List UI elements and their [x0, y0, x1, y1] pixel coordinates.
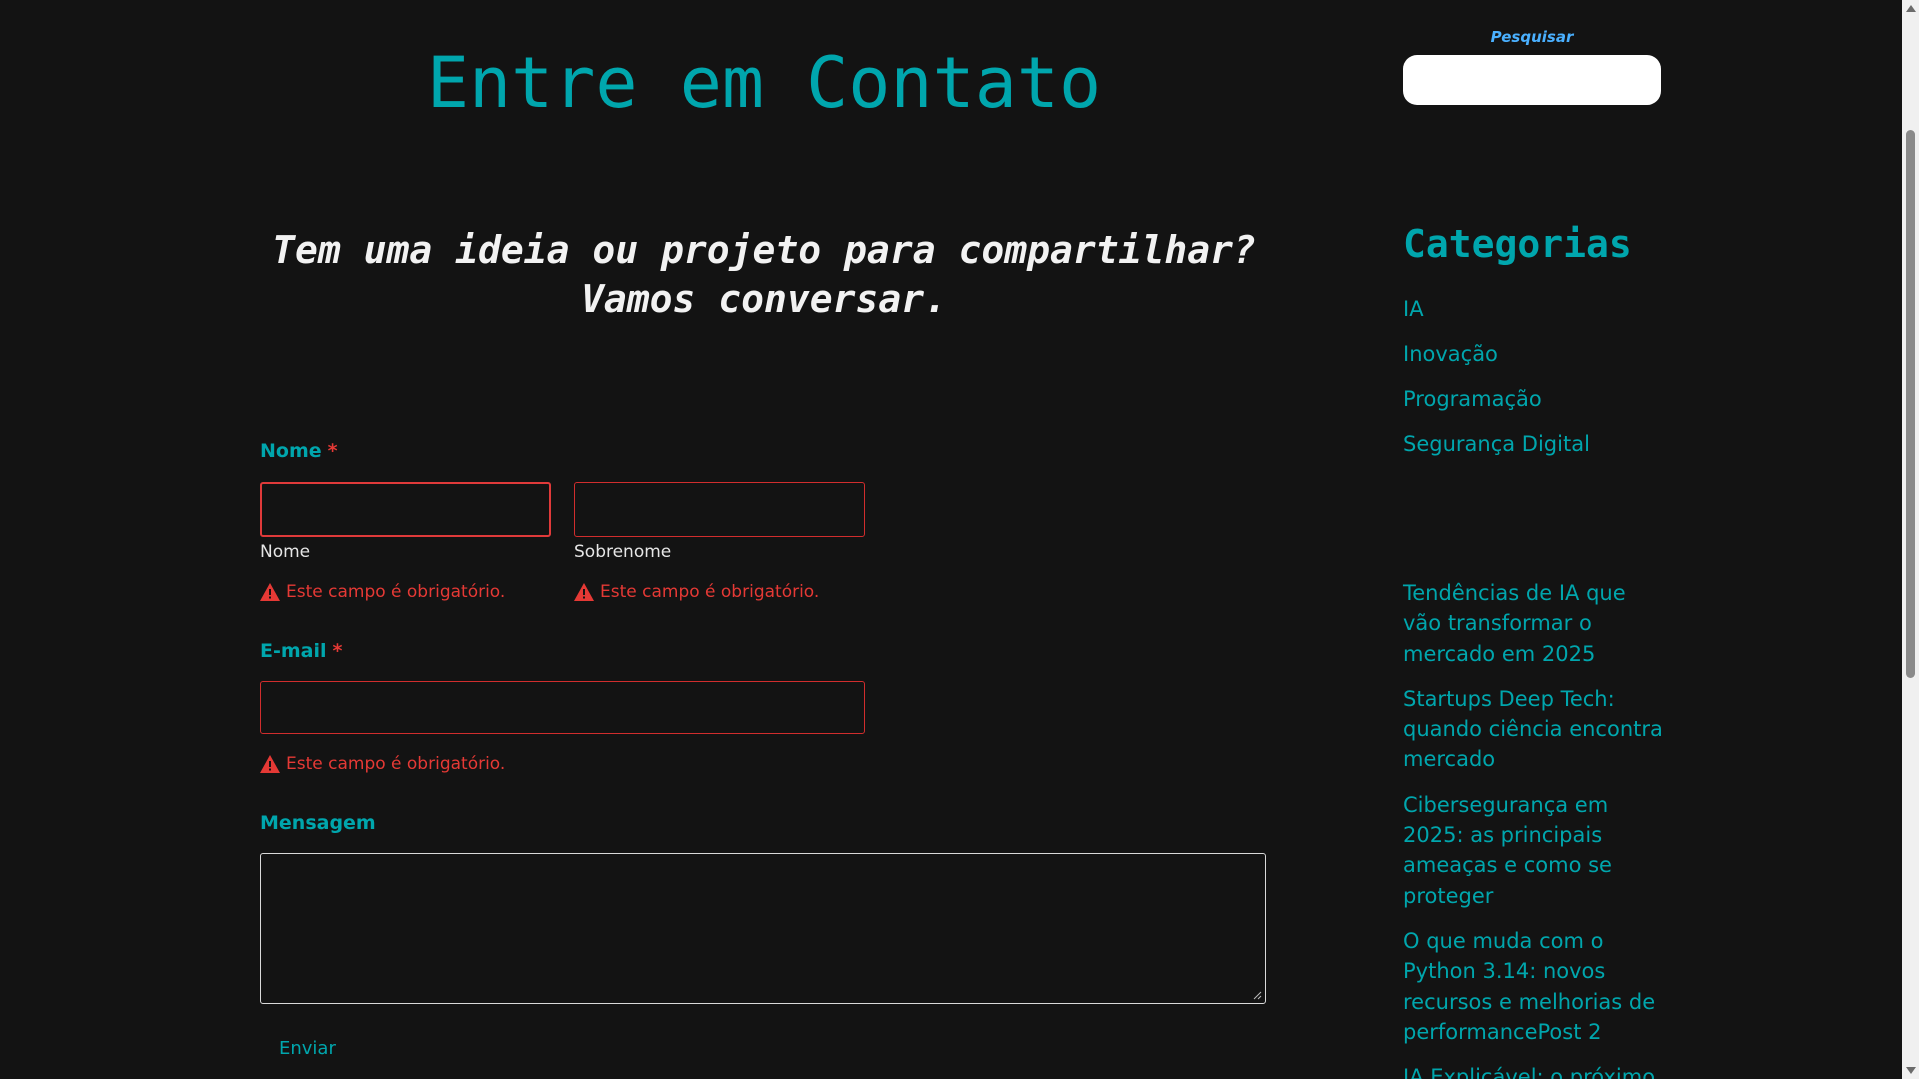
email-label-text: E-mail: [260, 640, 327, 662]
scroll-up-button[interactable]: [1902, 0, 1919, 17]
last-name-sublabel: Sobrenome: [574, 542, 672, 562]
first-name-error: Este campo é obrigatório.: [260, 582, 505, 602]
error-text: Este campo é obrigatório.: [286, 582, 506, 602]
first-name-input[interactable]: [260, 482, 551, 537]
warning-icon: [260, 755, 280, 773]
categories-list: IA Inovação Programação Segurança Digita…: [1403, 294, 1590, 474]
vertical-scrollbar[interactable]: [1902, 0, 1919, 1079]
first-name-sublabel: Nome: [260, 542, 311, 562]
category-link-programacao[interactable]: Programação: [1403, 384, 1590, 429]
search-label: Pesquisar: [1490, 28, 1574, 46]
category-link-seguranca-digital[interactable]: Segurança Digital: [1403, 429, 1590, 474]
post-link[interactable]: Startups Deep Tech: quando ciência encon…: [1403, 684, 1668, 775]
required-mark: *: [332, 640, 343, 662]
error-text: Este campo é obrigatório.: [286, 754, 506, 774]
category-link-inovacao[interactable]: Inovação: [1403, 339, 1590, 384]
message-textarea[interactable]: [260, 853, 1266, 1004]
last-name-error: Este campo é obrigatório.: [574, 582, 819, 602]
post-link[interactable]: Cibersegurança em 2025: as principais am…: [1403, 790, 1668, 911]
warning-icon: [260, 583, 280, 601]
last-name-input[interactable]: [574, 482, 865, 537]
email-input[interactable]: [260, 681, 865, 734]
categories-heading: Categorias: [1403, 222, 1632, 266]
post-link[interactable]: IA Explicável: o próximo: [1403, 1062, 1668, 1079]
resize-grip-icon[interactable]: [1252, 990, 1262, 1000]
post-link[interactable]: Tendências de IA que vão transformar o m…: [1403, 578, 1668, 669]
name-label: Nome *: [260, 440, 338, 462]
category-link-ia[interactable]: IA: [1403, 294, 1590, 339]
search-input[interactable]: [1403, 55, 1661, 105]
required-mark: *: [327, 440, 338, 462]
scroll-down-button[interactable]: [1902, 1062, 1919, 1079]
sidebar: Pesquisar Categorias IA Inovação Program…: [1403, 0, 1663, 1079]
contact-form: Nome * Nome Sobrenome Este campo é obriga…: [260, 0, 1270, 1079]
email-label: E-mail *: [260, 640, 342, 662]
submit-button[interactable]: Enviar: [279, 1038, 336, 1059]
message-label: Mensagem: [260, 812, 376, 834]
arrow-down-icon: [1905, 1067, 1916, 1074]
email-error: Este campo é obrigatório.: [260, 754, 505, 774]
arrow-up-icon: [1905, 5, 1916, 12]
scrollbar-thumb[interactable]: [1906, 130, 1915, 678]
post-link[interactable]: O que muda com o Python 3.14: novos recu…: [1403, 926, 1668, 1047]
recent-posts-list: Tendências de IA que vão transformar o m…: [1403, 578, 1668, 1079]
warning-icon: [574, 583, 594, 601]
name-label-text: Nome: [260, 440, 322, 462]
error-text: Este campo é obrigatório.: [600, 582, 820, 602]
main-content: Entre em Contato Tem uma ideia ou projet…: [0, 0, 1380, 1079]
